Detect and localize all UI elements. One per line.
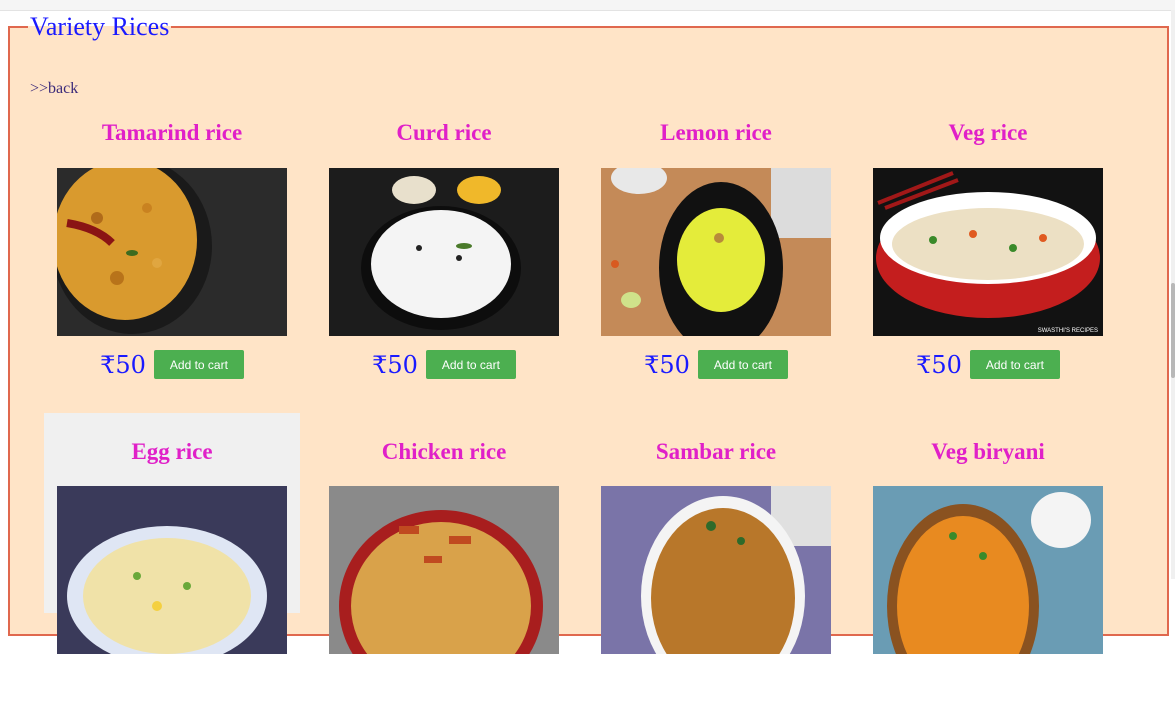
item-title: Chicken rice — [381, 439, 507, 464]
add-to-cart-button[interactable]: Add to cart — [425, 350, 516, 379]
menu-item-lemon-rice: Lemon rice ₹50 Add to cart — [588, 112, 844, 412]
add-to-cart-button[interactable]: Add to cart — [969, 350, 1060, 379]
menu-item-veg-rice: Veg rice SWASTHI'S RECIPES ₹50 Add to ca… — [860, 112, 1116, 412]
menu-item-chicken-rice: Chicken rice — [316, 413, 572, 713]
curd-rice-image[interactable] — [329, 168, 559, 336]
price-row: ₹50 Add to cart — [860, 350, 1116, 379]
section-legend: Variety Rices — [30, 12, 170, 41]
menu-item-egg-rice: Egg rice — [44, 413, 300, 654]
item-price: ₹50 — [644, 350, 690, 379]
menu-item-tamarind-rice: Tamarind rice ₹50 Add to cart — [44, 112, 300, 412]
add-to-cart-button[interactable]: Add to cart — [697, 350, 788, 379]
veg-biryani-image[interactable] — [873, 486, 1103, 654]
price-row: ₹50 Add to cart — [588, 350, 844, 379]
menu-item-veg-biryani: Veg biryani — [860, 413, 1116, 713]
item-title: Veg biryani — [931, 439, 1045, 464]
veg-rice-image[interactable]: SWASTHI'S RECIPES — [873, 168, 1103, 336]
item-price: ₹50 — [100, 350, 146, 379]
item-title: Curd rice — [396, 120, 492, 145]
item-title: Lemon rice — [660, 120, 772, 145]
back-link[interactable]: >>back — [30, 80, 78, 98]
item-title: Egg rice — [131, 439, 213, 464]
item-title: Sambar rice — [655, 439, 777, 464]
item-title: Tamarind rice — [101, 120, 243, 145]
menu-item-sambar-rice: Sambar rice — [588, 413, 844, 713]
tamarind-rice-image[interactable] — [57, 168, 287, 336]
image-watermark: SWASTHI'S RECIPES — [1038, 328, 1098, 334]
item-price: ₹50 — [372, 350, 418, 379]
price-row: ₹50 Add to cart — [44, 350, 300, 379]
lemon-rice-image[interactable] — [601, 168, 831, 336]
item-price: ₹50 — [916, 350, 962, 379]
browser-top-strip — [0, 0, 1175, 11]
item-title: Veg rice — [948, 120, 1028, 145]
sambar-rice-image[interactable] — [601, 486, 831, 654]
add-to-cart-button[interactable]: Add to cart — [153, 350, 244, 379]
egg-rice-image[interactable] — [57, 486, 287, 654]
scrollbar-thumb[interactable] — [1171, 283, 1175, 378]
price-row: ₹50 Add to cart — [316, 350, 572, 379]
chicken-rice-image[interactable] — [329, 486, 559, 654]
menu-item-curd-rice: Curd rice ₹50 Add to cart — [316, 112, 572, 412]
